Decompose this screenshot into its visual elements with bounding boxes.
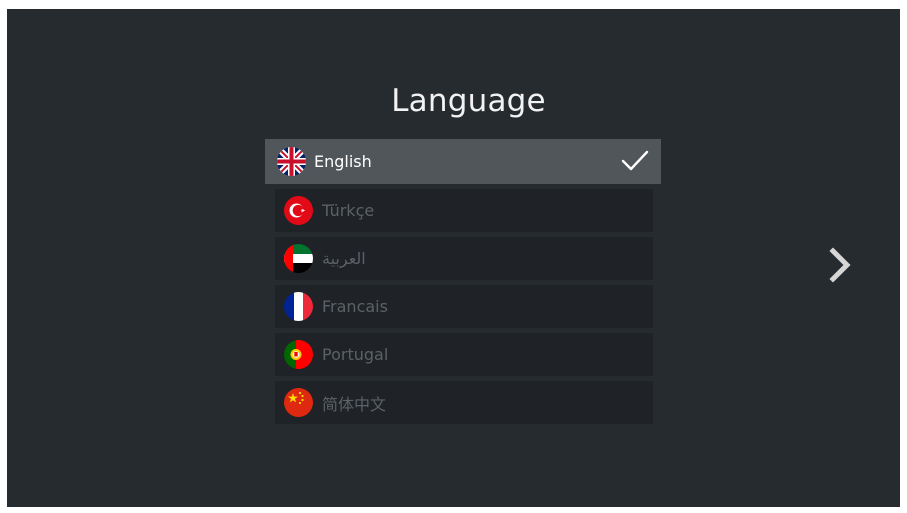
language-label: العربية	[322, 249, 366, 268]
chevron-right-icon[interactable]	[827, 247, 855, 283]
language-screen: Language English Türkçe العربية Francais…	[7, 9, 900, 507]
language-option-francais[interactable]: Francais	[275, 285, 653, 328]
language-option-english[interactable]: English	[265, 139, 661, 184]
language-option-chinese[interactable]: 简体中文	[275, 381, 653, 424]
language-label: Türkçe	[322, 201, 375, 220]
language-label: Portugal	[322, 345, 389, 364]
language-option-arabic[interactable]: العربية	[275, 237, 653, 280]
china-flag-icon	[284, 388, 313, 417]
language-label: 简体中文	[322, 394, 387, 414]
turkey-flag-icon	[284, 196, 313, 225]
language-option-portugal[interactable]: Portugal	[275, 333, 653, 376]
france-flag-icon	[284, 292, 313, 321]
language-label: Francais	[322, 297, 388, 316]
language-option-turkce[interactable]: Türkçe	[275, 189, 653, 232]
portugal-flag-icon	[284, 340, 313, 369]
page-title: Language	[391, 83, 546, 119]
language-label: English	[314, 152, 372, 171]
checkmark-icon	[621, 150, 649, 171]
uae-flag-icon	[284, 244, 313, 273]
uk-flag-icon	[277, 147, 306, 176]
